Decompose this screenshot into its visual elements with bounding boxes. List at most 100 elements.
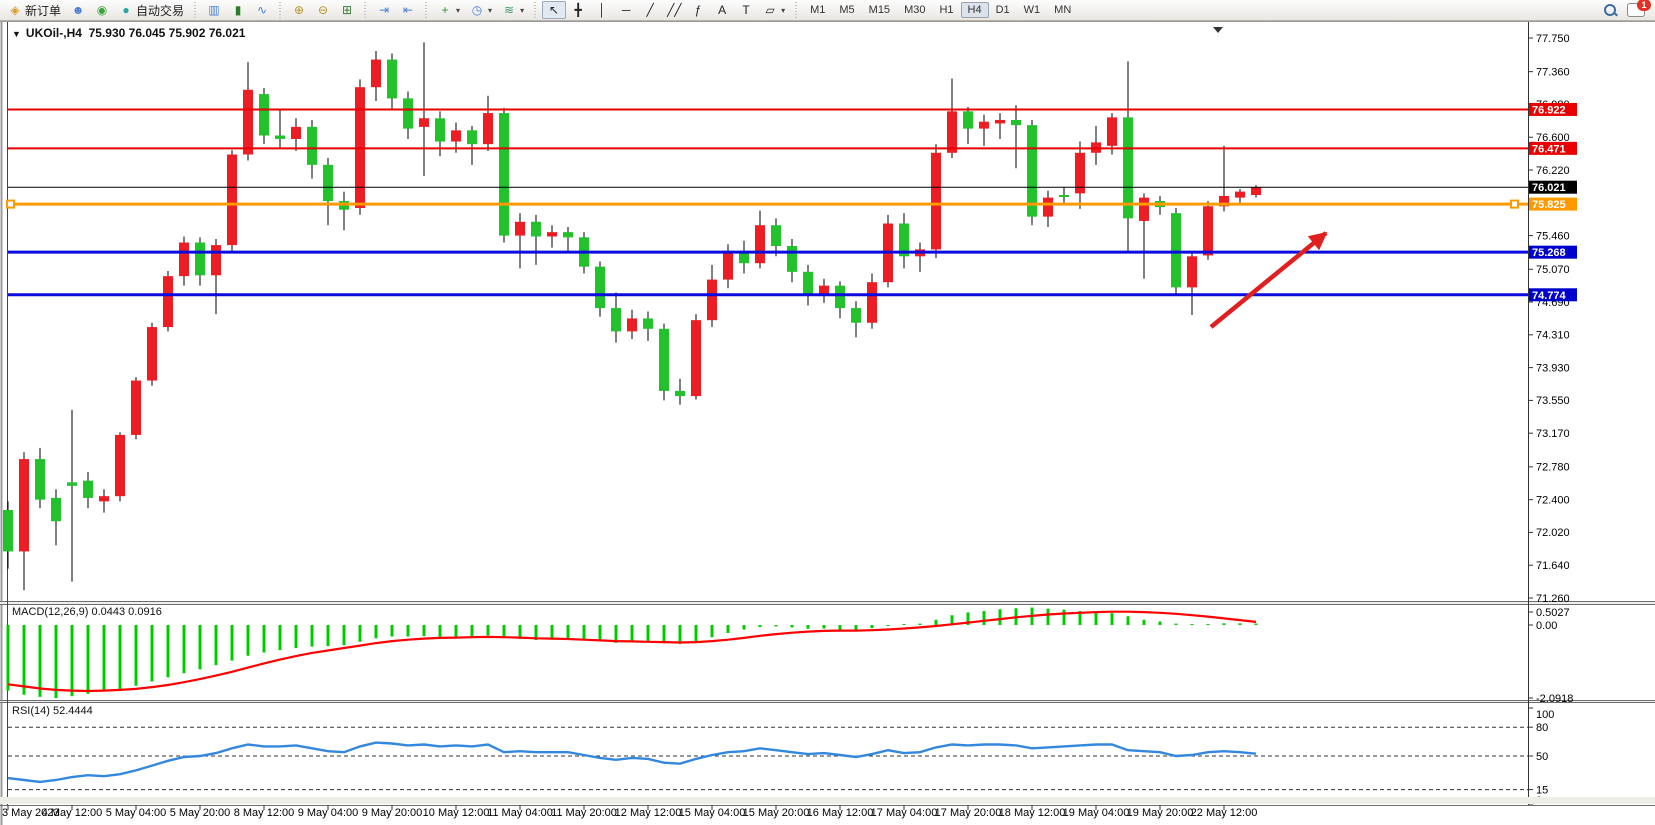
candle bbox=[771, 225, 781, 246]
toolbar-separator bbox=[424, 2, 429, 18]
svg-text:9 May 04:00: 9 May 04:00 bbox=[298, 807, 359, 819]
timeframe-toolbar: M1M5M15M30H1H4D1W1MN bbox=[800, 0, 1081, 20]
cursor-button[interactable]: ↖ bbox=[542, 1, 566, 19]
shapes-button[interactable]: ▱▾ bbox=[758, 1, 790, 19]
chart-canvas[interactable]: 77.75077.36076.98076.60076.22075.84075.4… bbox=[0, 21, 1655, 825]
candle bbox=[51, 498, 61, 521]
new-chart-button[interactable]: +▾ bbox=[433, 1, 465, 19]
label-button[interactable]: T bbox=[734, 1, 758, 19]
candle bbox=[515, 222, 525, 236]
candle bbox=[483, 113, 493, 144]
chevron-down-icon[interactable]: ▾ bbox=[488, 6, 492, 15]
svg-text:74.774: 74.774 bbox=[1532, 290, 1567, 302]
price-badge-75.268: 75.268 bbox=[1529, 246, 1577, 260]
line-handle[interactable] bbox=[1511, 201, 1518, 208]
candle bbox=[611, 308, 621, 331]
fibonacci-button[interactable]: ƒ bbox=[686, 1, 710, 19]
svg-text:74.310: 74.310 bbox=[1536, 330, 1570, 342]
indicators-button[interactable]: ≋▾ bbox=[497, 1, 529, 19]
candle bbox=[35, 459, 45, 500]
toolbar-separator bbox=[363, 2, 368, 18]
toolbar-separator bbox=[193, 2, 198, 18]
svg-text:76.922: 76.922 bbox=[1532, 104, 1566, 116]
horizontal-line-button[interactable]: ─ bbox=[614, 1, 638, 19]
trendline-button[interactable]: ╱ bbox=[638, 1, 662, 19]
svg-text:4 May 12:00: 4 May 12:00 bbox=[42, 807, 103, 819]
svg-text:5 May 04:00: 5 May 04:00 bbox=[106, 807, 167, 819]
equidistant-channel-button[interactable]: ╱╱ bbox=[662, 1, 686, 19]
zoom-out-button[interactable]: ⊖ bbox=[311, 1, 335, 19]
candle bbox=[835, 286, 845, 308]
candle bbox=[755, 225, 765, 263]
candle bbox=[707, 280, 717, 321]
timeframe-m30[interactable]: M30 bbox=[897, 2, 932, 18]
candlestick-button[interactable]: ▮ bbox=[226, 1, 250, 19]
candle bbox=[499, 113, 509, 236]
candle bbox=[659, 329, 669, 391]
candle bbox=[1235, 192, 1245, 198]
new-order-button[interactable]: ◈新订单 bbox=[3, 0, 66, 21]
line-handle[interactable] bbox=[7, 201, 14, 208]
timeframe-w1[interactable]: W1 bbox=[1017, 2, 1048, 18]
new-chart-icon: + bbox=[438, 3, 452, 17]
signals-button[interactable]: ◉ bbox=[90, 1, 114, 19]
period-button[interactable]: ◷▾ bbox=[465, 1, 497, 19]
candle bbox=[3, 510, 13, 551]
candle bbox=[531, 222, 541, 237]
chart-shift-icon: ⇥ bbox=[377, 3, 391, 17]
price-badge-76.922: 76.922 bbox=[1529, 103, 1577, 117]
candle bbox=[803, 272, 813, 294]
line-chart-button[interactable]: ∿ bbox=[250, 1, 274, 19]
price-badge-75.825: 75.825 bbox=[1529, 198, 1577, 212]
chevron-down-icon[interactable]: ▾ bbox=[520, 6, 524, 15]
text-button[interactable]: A bbox=[710, 1, 734, 19]
symbol-dropdown-icon[interactable]: ▼ bbox=[12, 29, 21, 39]
chevron-down-icon[interactable]: ▾ bbox=[781, 6, 785, 15]
timeframe-m15[interactable]: M15 bbox=[862, 2, 897, 18]
timeframe-mn[interactable]: MN bbox=[1047, 2, 1078, 18]
timeframe-d1[interactable]: D1 bbox=[989, 2, 1017, 18]
price-badge-74.774: 74.774 bbox=[1529, 288, 1577, 302]
candle bbox=[691, 320, 701, 396]
chart-shift-button[interactable]: ⇥ bbox=[372, 1, 396, 19]
svg-text:-2.0918: -2.0918 bbox=[1536, 693, 1573, 705]
timeframe-m1[interactable]: M1 bbox=[803, 2, 832, 18]
svg-text:71.640: 71.640 bbox=[1536, 560, 1570, 572]
svg-text:11 May 20:00: 11 May 20:00 bbox=[551, 807, 617, 819]
chevron-down-icon[interactable]: ▾ bbox=[456, 6, 460, 15]
timeframe-m5[interactable]: M5 bbox=[832, 2, 861, 18]
candle bbox=[1011, 120, 1021, 125]
auto-scroll-button[interactable]: ⇤ bbox=[396, 1, 420, 19]
autotrade-button[interactable]: ●自动交易 bbox=[114, 0, 189, 21]
tile-windows-button[interactable]: ⊞ bbox=[335, 1, 359, 19]
toolbar-separator bbox=[278, 2, 283, 18]
search-icon[interactable] bbox=[1603, 3, 1617, 17]
accounts-button[interactable]: ☻ bbox=[66, 1, 90, 19]
autotrade-button-label: 自动交易 bbox=[136, 2, 184, 19]
price-badge-76.021: 76.021 bbox=[1529, 181, 1577, 195]
zoom-in-button[interactable]: ⊕ bbox=[287, 1, 311, 19]
trend-arrow[interactable] bbox=[1211, 233, 1326, 327]
svg-text:18 May 12:00: 18 May 12:00 bbox=[999, 807, 1066, 819]
new-order-icon: ◈ bbox=[8, 3, 22, 17]
shapes-icon: ▱ bbox=[763, 3, 777, 17]
candle bbox=[1107, 117, 1117, 145]
bar-chart-button[interactable]: ▥ bbox=[202, 1, 226, 19]
candle bbox=[1059, 195, 1069, 197]
vertical-line-button[interactable]: │ bbox=[590, 1, 614, 19]
svg-text:76.220: 76.220 bbox=[1536, 165, 1570, 177]
candle bbox=[211, 245, 221, 275]
accounts-icon: ☻ bbox=[71, 3, 85, 17]
timeframe-h4[interactable]: H4 bbox=[961, 2, 989, 18]
candle bbox=[643, 318, 653, 328]
timeframe-h1[interactable]: H1 bbox=[932, 2, 960, 18]
candle bbox=[675, 391, 685, 396]
text-icon: A bbox=[715, 3, 729, 17]
crosshair-icon: ╋ bbox=[571, 3, 585, 17]
toolbar-separator bbox=[794, 2, 799, 18]
candle bbox=[115, 435, 125, 496]
chat-icon[interactable]: 1 bbox=[1627, 3, 1645, 17]
svg-text:73.170: 73.170 bbox=[1536, 428, 1570, 440]
label-icon: T bbox=[739, 3, 753, 17]
crosshair-button[interactable]: ╋ bbox=[566, 1, 590, 19]
